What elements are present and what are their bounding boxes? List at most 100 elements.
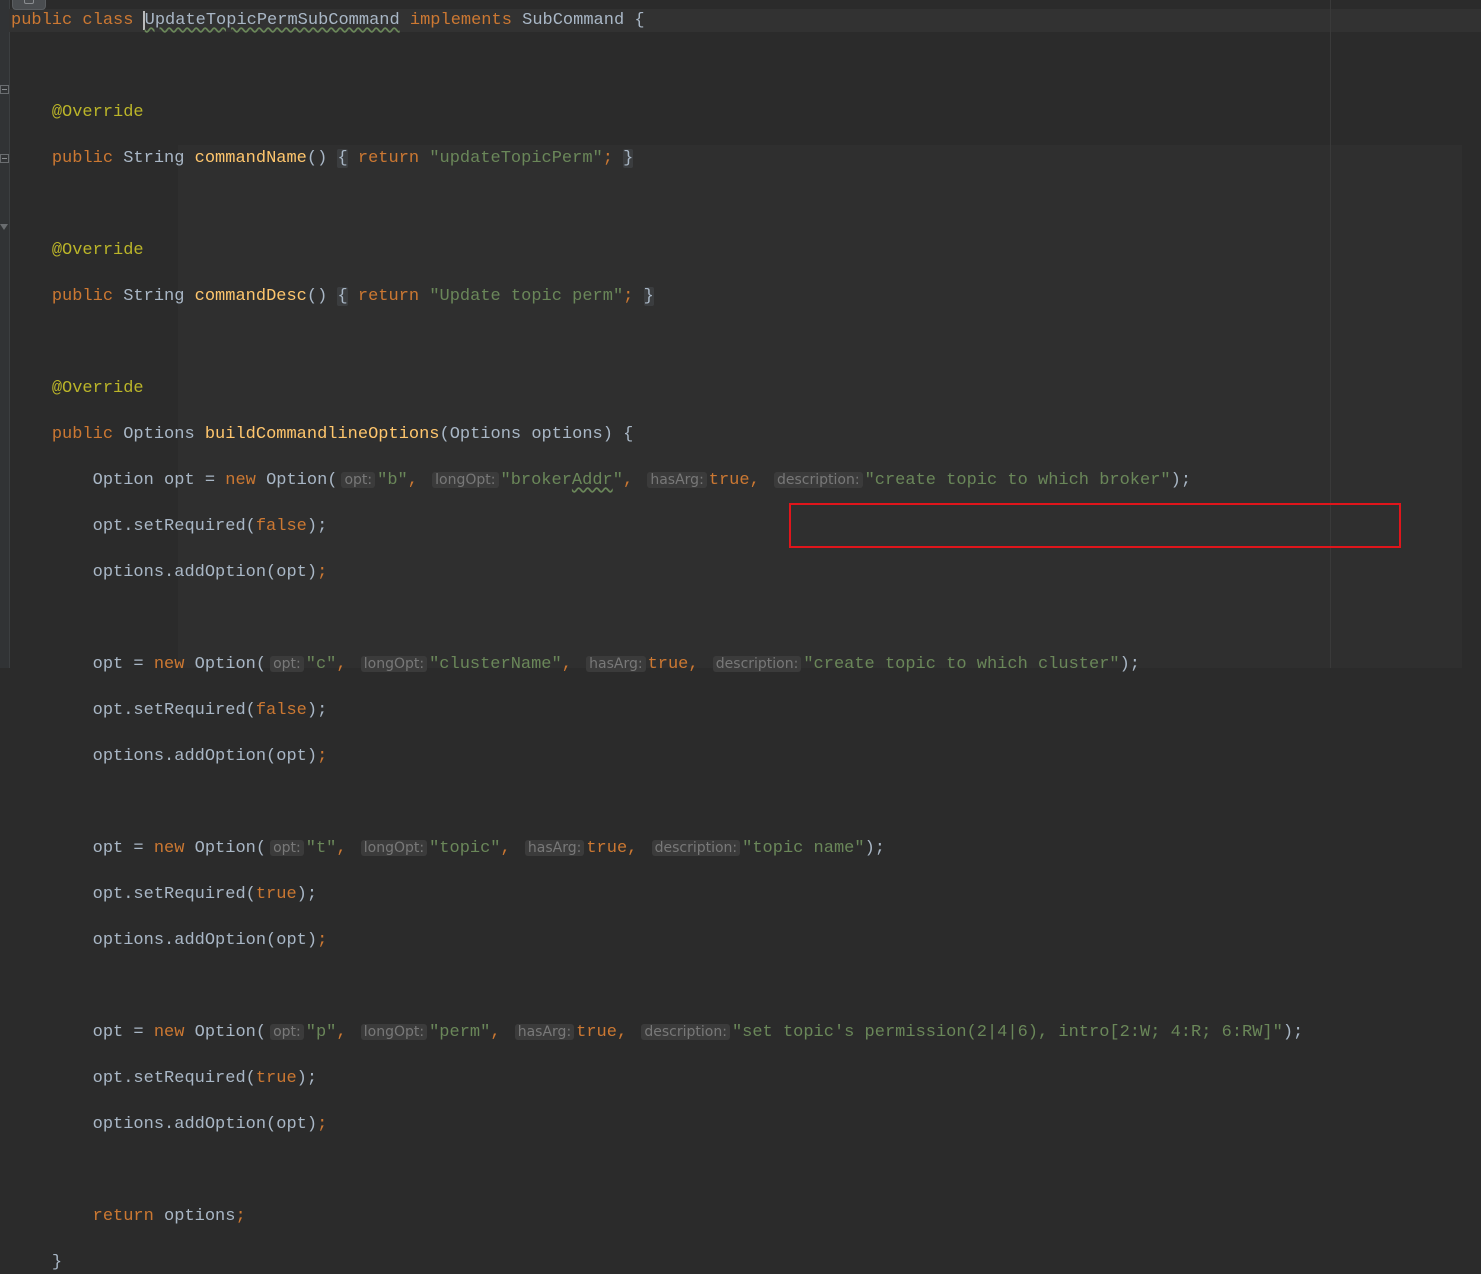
keyword: false bbox=[255, 701, 307, 720]
keyword: implements bbox=[409, 11, 512, 30]
param-hint: opt: bbox=[341, 472, 376, 488]
close-paren: ); bbox=[306, 517, 328, 536]
keyword: new bbox=[153, 655, 185, 674]
code-line: @Override bbox=[11, 101, 1303, 124]
constructor: Option( bbox=[194, 839, 267, 858]
code-line: opt.setRequired(true); bbox=[11, 883, 1303, 906]
close-paren: ); bbox=[864, 839, 885, 858]
semicolon: ; bbox=[623, 287, 634, 306]
comma: , bbox=[336, 655, 347, 674]
code-line: opt = new Option(opt: "t", longOpt: "topic… bbox=[11, 837, 1303, 860]
keyword: true bbox=[255, 1069, 297, 1088]
comma: , bbox=[500, 839, 511, 858]
folded-brace[interactable]: { bbox=[337, 149, 348, 168]
keyword: true bbox=[708, 471, 750, 490]
close-paren: ); bbox=[1119, 655, 1141, 674]
keyword: public bbox=[51, 425, 114, 444]
fold-expand-icon[interactable] bbox=[0, 154, 9, 163]
identifier: options bbox=[164, 1207, 236, 1226]
close-paren: ); bbox=[1282, 1023, 1304, 1042]
code-line: public Options buildCommandlineOptions(O… bbox=[11, 423, 1303, 446]
string-literal: "c" bbox=[305, 655, 337, 674]
folded-brace[interactable]: } bbox=[623, 149, 634, 168]
assignment: Option opt = bbox=[92, 471, 226, 490]
comma: , bbox=[627, 839, 638, 858]
keyword: true bbox=[586, 839, 628, 858]
code-line: options.addOption(opt); bbox=[11, 929, 1303, 952]
code-line: return options; bbox=[11, 1205, 1303, 1228]
fold-collapse-icon[interactable] bbox=[0, 224, 8, 230]
class-name: UpdateTopicPermSubCommand bbox=[144, 11, 400, 30]
code-line: opt.setRequired(false); bbox=[11, 699, 1303, 722]
param-hint: description: bbox=[651, 840, 741, 856]
string-literal: "updateTopicPerm" bbox=[429, 149, 603, 168]
keyword: true bbox=[576, 1023, 617, 1042]
keyword: return bbox=[357, 287, 420, 306]
string-literal: "topic" bbox=[429, 839, 501, 858]
param-hint: longOpt: bbox=[360, 840, 428, 856]
param-hint: hasArg: bbox=[647, 472, 707, 488]
param-hint: hasArg: bbox=[524, 840, 585, 856]
string-literal: "create topic to which cluster" bbox=[803, 655, 1120, 674]
keyword: public bbox=[51, 149, 114, 168]
comma: , bbox=[622, 471, 634, 490]
method-call: options.addOption(opt) bbox=[92, 1115, 318, 1134]
code-line: options.addOption(opt); bbox=[11, 561, 1303, 584]
close-paren: ); bbox=[296, 885, 318, 904]
brace: { bbox=[634, 11, 645, 30]
param-hint: description: bbox=[712, 656, 802, 672]
keyword: return bbox=[357, 149, 420, 168]
param-hint: longOpt: bbox=[360, 656, 428, 672]
constructor: Option( bbox=[266, 471, 338, 490]
string-literal: "b" bbox=[377, 471, 408, 490]
annotation: @Override bbox=[51, 103, 144, 122]
folded-brace[interactable]: { bbox=[337, 287, 348, 306]
semicolon: ; bbox=[602, 149, 613, 168]
string-literal: "clusterName" bbox=[429, 655, 562, 674]
close-paren: ); bbox=[296, 1069, 318, 1088]
comma: , bbox=[336, 839, 347, 858]
code-line: public String commandName() { return "up… bbox=[11, 147, 1303, 170]
code-line: @Override bbox=[11, 239, 1303, 262]
comma: , bbox=[688, 655, 699, 674]
string-literal: " bbox=[612, 471, 623, 490]
annotation: @Override bbox=[51, 379, 144, 398]
red-highlight-box bbox=[789, 503, 1401, 548]
string-literal: "topic name" bbox=[742, 839, 865, 858]
method-call: opt.setRequired( bbox=[92, 517, 256, 536]
comma: , bbox=[749, 471, 760, 490]
param-hint: description: bbox=[774, 472, 863, 488]
keyword: class bbox=[82, 11, 134, 30]
method-call: opt.setRequired( bbox=[92, 701, 256, 720]
semicolon: ; bbox=[317, 747, 328, 766]
method-name: commandDesc bbox=[194, 287, 307, 306]
method-call: options.addOption(opt) bbox=[92, 931, 318, 950]
code-line: public class UpdateTopicPermSubCommand i… bbox=[11, 9, 1303, 32]
assignment: opt = bbox=[92, 655, 154, 674]
keyword: return bbox=[92, 1207, 154, 1226]
semicolon: ; bbox=[317, 931, 328, 950]
folded-brace[interactable]: } bbox=[643, 287, 654, 306]
fold-expand-icon[interactable] bbox=[0, 85, 9, 94]
parens: () bbox=[306, 287, 328, 306]
comma: , bbox=[616, 1023, 628, 1042]
keyword: true bbox=[255, 885, 297, 904]
right-margin-guide bbox=[1330, 0, 1331, 668]
code-editor[interactable]: public class UpdateTopicPermSubCommand i… bbox=[11, 9, 1303, 1274]
constructor: Option( bbox=[194, 655, 267, 674]
semicolon: ; bbox=[235, 1207, 246, 1226]
close-paren: ); bbox=[306, 701, 328, 720]
code-line: } bbox=[11, 1251, 1303, 1274]
code-line: opt = new Option(opt: "c", longOpt: "clust… bbox=[11, 653, 1303, 676]
method-call: opt.setRequired( bbox=[92, 885, 256, 904]
interface-name: SubCommand bbox=[522, 11, 625, 30]
string-literal: "create topic to which broker" bbox=[864, 471, 1171, 490]
comma: , bbox=[561, 655, 572, 674]
string-literal: "p" bbox=[305, 1023, 337, 1042]
param-hint: opt: bbox=[270, 656, 304, 672]
params: (Options options) { bbox=[439, 425, 634, 444]
